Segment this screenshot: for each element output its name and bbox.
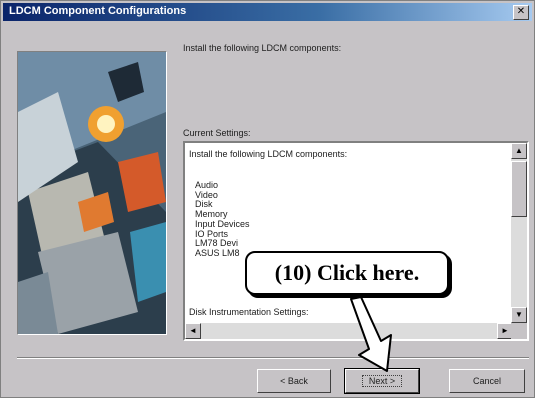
- scroll-down-icon: ▼: [515, 310, 523, 319]
- window-title: LDCM Component Configurations: [9, 5, 187, 17]
- callout-text: (10) Click here.: [274, 260, 420, 285]
- scroll-up-icon: ▲: [515, 146, 523, 155]
- install-instructions: Install the following LDCM components:: [183, 43, 342, 53]
- vertical-scrollbar[interactable]: ▲ ▼: [511, 143, 527, 339]
- close-icon: ✕: [516, 6, 526, 17]
- title-bar[interactable]: LDCM Component Configurations ✕: [3, 3, 532, 21]
- wizard-illustration: [18, 52, 166, 334]
- component-list: Audio Video Disk Memory Input Devices IO…: [195, 180, 250, 259]
- size-grip-icon: [511, 323, 527, 339]
- pointer-arrow-icon: [350, 297, 392, 372]
- scroll-left-button[interactable]: ◄: [185, 323, 201, 339]
- wizard-side-image: [17, 51, 167, 335]
- scroll-left-icon: ◄: [189, 326, 197, 335]
- callout-annotation: (10) Click here.: [245, 251, 449, 295]
- cancel-button[interactable]: Cancel: [449, 369, 525, 393]
- ldcm-config-dialog: LDCM Component Configurations ✕ Install …: [0, 0, 535, 398]
- cancel-button-label: Cancel: [472, 376, 501, 386]
- back-button[interactable]: < Back: [257, 369, 331, 393]
- current-settings-label: Current Settings:: [183, 128, 251, 138]
- scroll-right-icon: ►: [501, 326, 509, 335]
- scroll-thumb[interactable]: [511, 161, 527, 217]
- next-button-label: Next >: [361, 375, 403, 387]
- disk-settings-label: Disk Instrumentation Settings:: [189, 307, 309, 317]
- button-divider: [17, 357, 529, 359]
- settings-heading: Install the following LDCM components:: [189, 149, 348, 159]
- list-item: ASUS LM8: [195, 247, 240, 258]
- back-button-label: < Back: [280, 376, 308, 386]
- scroll-up-button[interactable]: ▲: [511, 143, 527, 159]
- close-button[interactable]: ✕: [513, 5, 529, 20]
- scroll-down-button[interactable]: ▼: [511, 307, 527, 323]
